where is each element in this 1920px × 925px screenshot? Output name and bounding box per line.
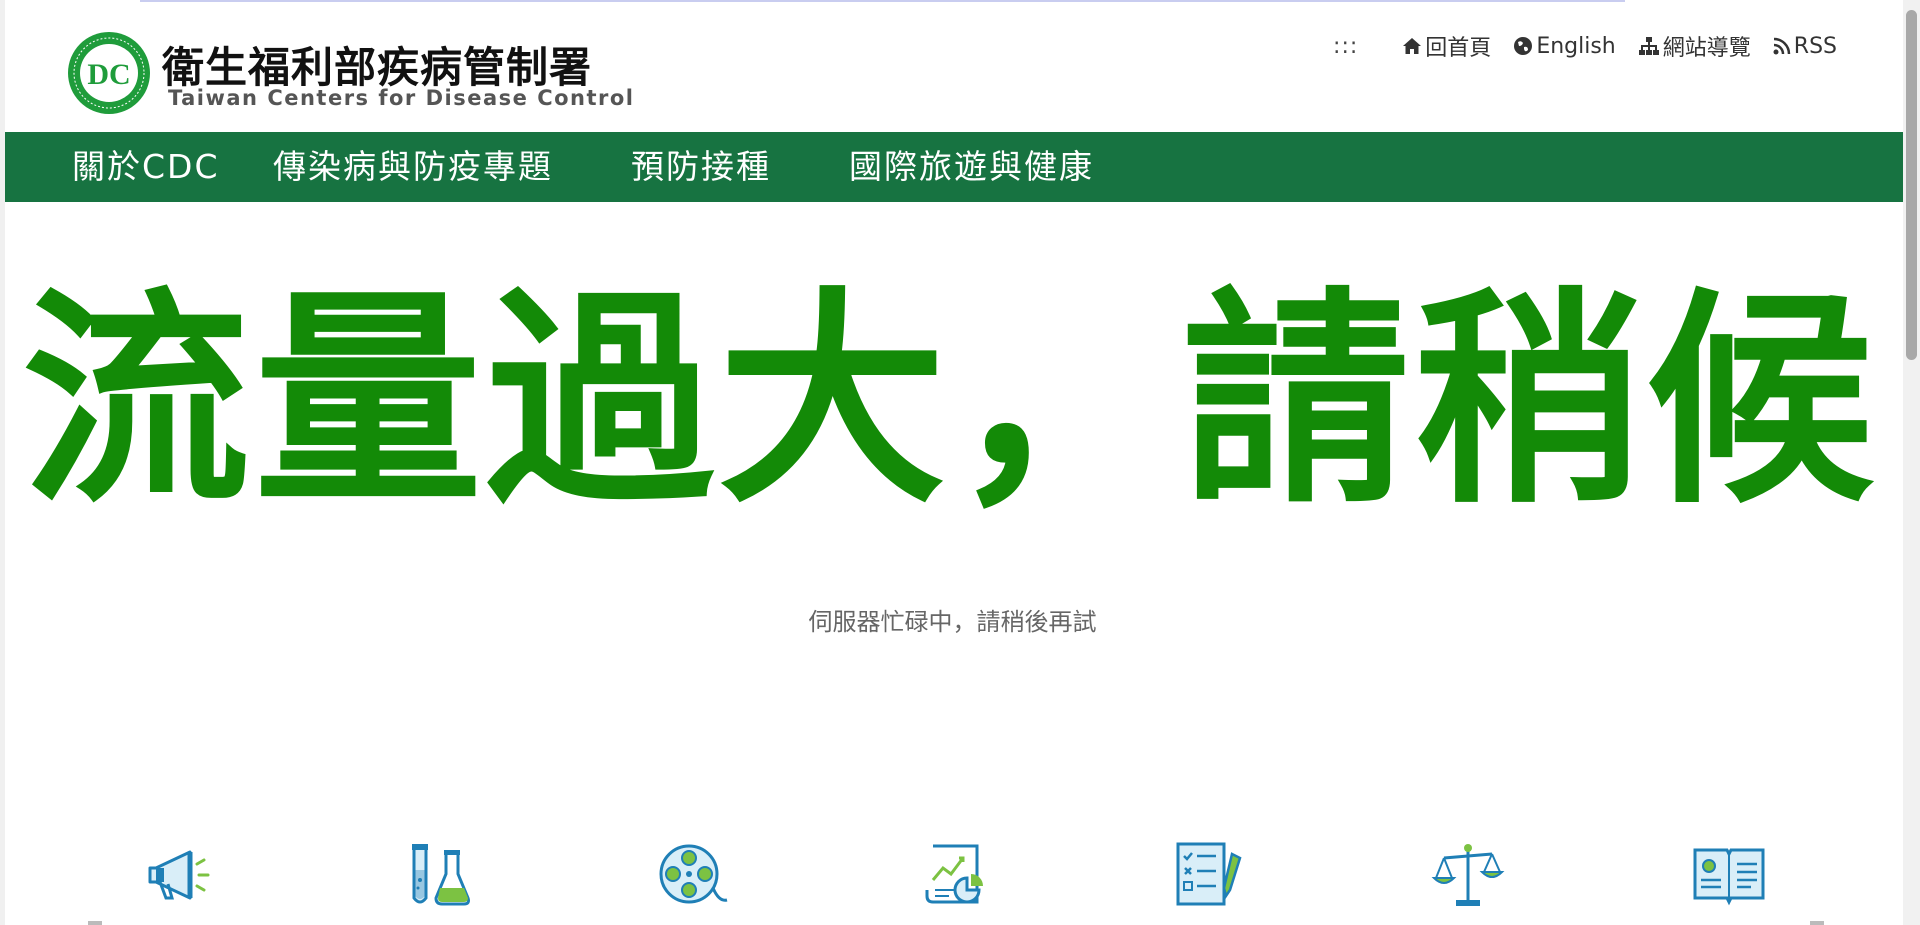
scrollbar-thumb[interactable] bbox=[1906, 10, 1917, 360]
megaphone-icon[interactable] bbox=[142, 840, 218, 910]
nav-item-infectious-disease[interactable]: 傳染病與防疫專題 bbox=[273, 132, 553, 202]
sitemap-icon bbox=[1638, 37, 1659, 55]
nav-item-about-cdc[interactable]: 關於CDC bbox=[72, 132, 220, 202]
main-nav: 關於CDC 傳染病與防疫專題 預防接種 國際旅遊與健康 bbox=[5, 132, 1905, 202]
nav-item-travel-health[interactable]: 國際旅遊與健康 bbox=[849, 132, 1094, 202]
accesskey-marker[interactable]: ::: bbox=[1333, 34, 1358, 59]
open-book-icon[interactable] bbox=[1691, 840, 1767, 910]
vertical-scrollbar[interactable] bbox=[1903, 0, 1920, 925]
home-icon bbox=[1403, 38, 1422, 54]
traffic-notice-headline: 流量過大，請稍候 bbox=[22, 268, 1878, 534]
english-link-label: English bbox=[1536, 33, 1616, 59]
utility-nav: ::: 回首頁 English 網站導覽 RSS bbox=[1333, 30, 1837, 62]
checklist-pen-icon[interactable] bbox=[1172, 840, 1248, 910]
balance-scale-icon[interactable] bbox=[1430, 840, 1506, 910]
home-link[interactable]: 回首頁 bbox=[1402, 30, 1491, 62]
svg-text:DC: DC bbox=[87, 58, 130, 91]
rss-link-label: RSS bbox=[1793, 33, 1837, 59]
traffic-notice-subtext: 伺服器忙碌中，請稍後再試 bbox=[808, 608, 1097, 636]
carousel-edge-right bbox=[1810, 921, 1824, 925]
report-chart-icon[interactable] bbox=[919, 840, 995, 910]
carousel-edge-left bbox=[88, 921, 102, 925]
test-tube-flask-icon[interactable] bbox=[402, 840, 478, 910]
nav-item-vaccination[interactable]: 預防接種 bbox=[631, 132, 771, 202]
cdc-logo[interactable]: DC bbox=[66, 30, 152, 116]
rss-icon bbox=[1773, 37, 1791, 55]
sitemap-link[interactable]: 網站導覽 bbox=[1638, 30, 1751, 62]
film-reel-icon[interactable] bbox=[655, 840, 731, 910]
globe-icon bbox=[1514, 37, 1533, 55]
english-link[interactable]: English bbox=[1513, 33, 1616, 59]
top-stripe bbox=[140, 0, 1625, 2]
rss-link[interactable]: RSS bbox=[1773, 34, 1837, 59]
home-link-label: 回首頁 bbox=[1425, 36, 1492, 61]
brand-title-en[interactable]: Taiwan Centers for Disease Control bbox=[168, 86, 635, 110]
sitemap-link-label: 網站導覽 bbox=[1662, 36, 1751, 61]
